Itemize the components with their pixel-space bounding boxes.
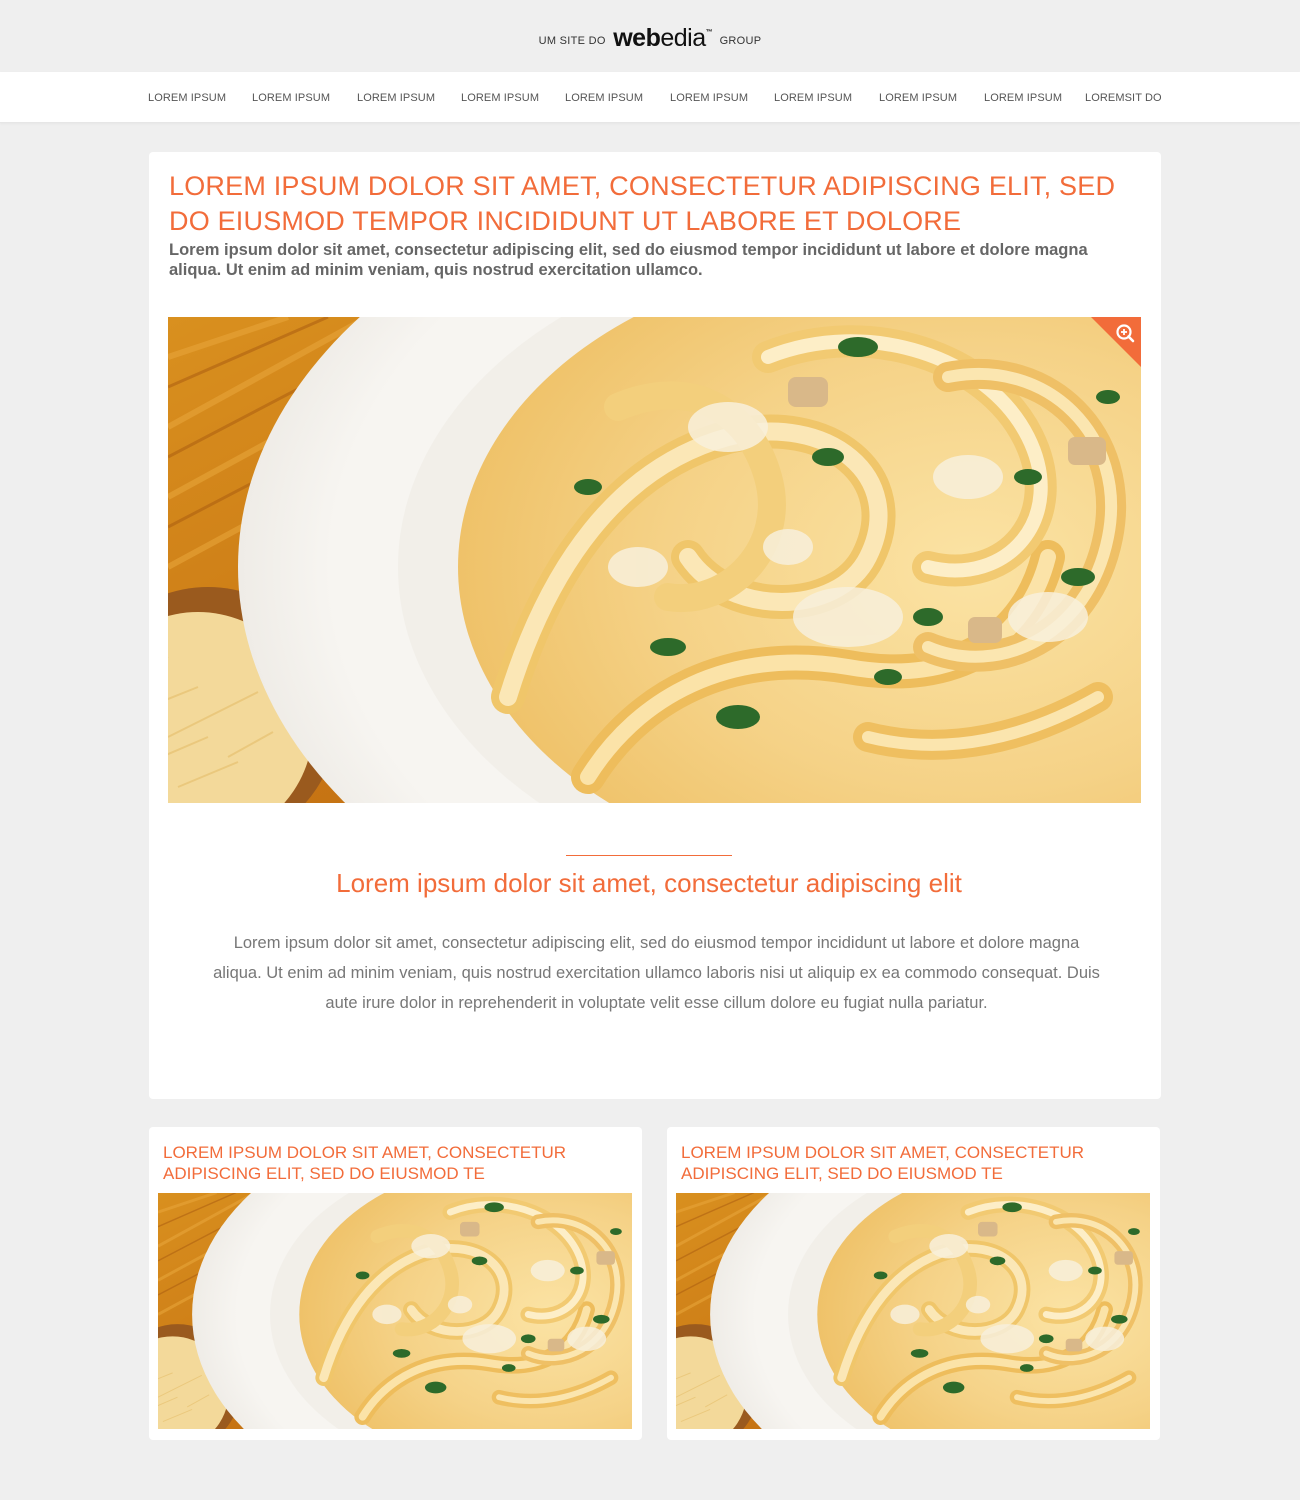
related-card-title[interactable]: LOREM IPSUM DOLOR SIT AMET, CONSECTETUR … [163, 1142, 603, 1184]
nav-item-6[interactable]: LOREM IPSUM [670, 92, 748, 104]
related-card-2[interactable]: LOREM IPSUM DOLOR SIT AMET, CONSECTETUR … [667, 1127, 1160, 1440]
hero-image[interactable] [168, 317, 1141, 803]
top-bar: UM SITE DO webedia™ GROUP [0, 0, 1300, 72]
nav-item-8[interactable]: LOREM IPSUM [879, 92, 957, 104]
section-divider [566, 855, 732, 856]
pasta-thumbnail [676, 1193, 1150, 1429]
logo-trademark: ™ [705, 29, 713, 36]
related-card-image[interactable] [676, 1193, 1150, 1429]
article-headline: LOREM IPSUM DOLOR SIT AMET, CONSECTETUR … [169, 171, 1116, 236]
brand-prefix: UM SITE DO [538, 35, 606, 47]
pasta-thumbnail [158, 1193, 632, 1429]
nav-item-1[interactable]: LOREM IPSUM [148, 92, 226, 104]
article-body: Lorem ipsum dolor sit amet, consectetur … [213, 934, 1100, 1012]
pasta-photo [168, 317, 1141, 803]
nav-item-2[interactable]: LOREM IPSUM [252, 92, 330, 104]
logo-light-part: edia [660, 24, 706, 52]
related-card-1[interactable]: LOREM IPSUM DOLOR SIT AMET, CONSECTETUR … [149, 1127, 642, 1440]
nav-item-5[interactable]: LOREM IPSUM [565, 92, 643, 104]
nav-item-9[interactable]: LOREM IPSUM [984, 92, 1062, 104]
nav-item-10[interactable]: LOREMSIT DO [1085, 92, 1162, 104]
article-lead: Lorem ipsum dolor sit amet, consectetur … [169, 241, 1088, 279]
nav-item-4[interactable]: LOREM IPSUM [461, 92, 539, 104]
webedia-logo: webedia™ [613, 24, 712, 52]
nav-item-7[interactable]: LOREM IPSUM [774, 92, 852, 104]
article-subheading: Lorem ipsum dolor sit amet, consectetur … [336, 868, 962, 898]
related-card-image[interactable] [158, 1193, 632, 1429]
nav-list: LOREM IPSUM LOREM IPSUM LOREM IPSUM LORE… [0, 72, 1300, 123]
related-card-title[interactable]: LOREM IPSUM DOLOR SIT AMET, CONSECTETUR … [681, 1142, 1121, 1184]
main-nav: LOREM IPSUM LOREM IPSUM LOREM IPSUM LORE… [0, 72, 1300, 123]
brand-suffix: GROUP [719, 35, 762, 47]
zoom-in-icon[interactable] [1091, 317, 1141, 367]
article-card: LOREM IPSUM DOLOR SIT AMET, CONSECTETUR … [149, 152, 1161, 1099]
logo-bold-part: web [613, 24, 661, 52]
brand-logo[interactable]: UM SITE DO webedia™ GROUP [0, 24, 1300, 53]
nav-item-3[interactable]: LOREM IPSUM [357, 92, 435, 104]
